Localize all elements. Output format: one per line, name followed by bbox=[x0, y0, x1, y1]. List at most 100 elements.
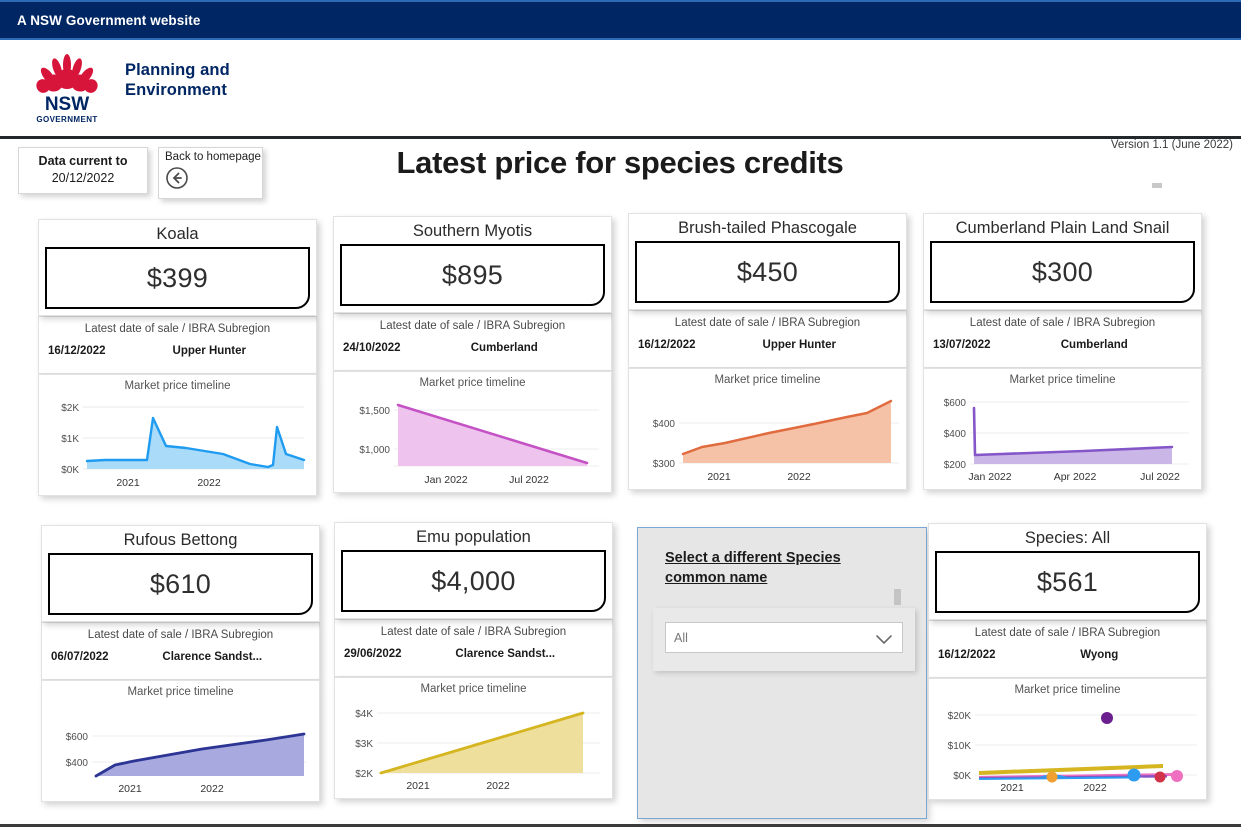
brand-header: NSW GOVERNMENT Planning and Environment bbox=[0, 40, 1241, 139]
svg-text:$2K: $2K bbox=[61, 403, 79, 414]
species-card-rufous-bettong[interactable]: Rufous Bettong $610 Latest date of sale … bbox=[41, 525, 320, 802]
x-axis-labels: Jan 2022 Jul 2022 bbox=[424, 474, 549, 486]
market-price-timeline-chart[interactable]: $1,500 $1,000 Jan 2022 Jul 2022 bbox=[334, 391, 611, 491]
svg-text:$400: $400 bbox=[944, 429, 967, 440]
market-price-timeline-chart[interactable]: $400 $300 2021 2022 bbox=[629, 388, 906, 488]
species-name: Koala bbox=[45, 222, 310, 246]
ibra-subregion: Cumberland bbox=[991, 339, 1192, 351]
meta-row: 16/12/2022 Upper Hunter bbox=[39, 345, 316, 357]
svg-text:2021: 2021 bbox=[707, 471, 731, 483]
meta-row: 24/10/2022 Cumberland bbox=[334, 342, 611, 354]
y-axis-labels: $20K $10K $0K bbox=[948, 711, 972, 782]
card-header-panel: Species: All $561 bbox=[928, 523, 1207, 620]
species-common-name-dropdown[interactable]: All bbox=[665, 622, 903, 653]
svg-text:Apr 2022: Apr 2022 bbox=[1054, 471, 1097, 483]
svg-text:2021: 2021 bbox=[1000, 782, 1024, 794]
x-axis-labels: 2021 2022 bbox=[707, 471, 811, 483]
latest-sale-date: 16/12/2022 bbox=[48, 345, 106, 357]
card-chart-panel[interactable]: Market price timeline $400 $300 2021 202… bbox=[628, 368, 907, 490]
species-name: Rufous Bettong bbox=[48, 528, 313, 552]
price-value: $561 bbox=[1037, 567, 1098, 598]
species-card-all[interactable]: Species: All $561 Latest date of sale / … bbox=[928, 523, 1207, 800]
price-box: $450 bbox=[635, 241, 900, 303]
price-value: $450 bbox=[737, 257, 798, 288]
price-value: $610 bbox=[150, 569, 211, 600]
svg-text:NSW: NSW bbox=[45, 94, 89, 115]
meta-header: Latest date of sale / IBRA Subregion bbox=[929, 625, 1206, 641]
ibra-subregion: Wyong bbox=[996, 649, 1197, 661]
card-chart-panel[interactable]: Market price timeline $2K $1K $0K 2021 2… bbox=[38, 374, 317, 496]
card-chart-panel[interactable]: Market price timeline $1,500 $1,000 Jan … bbox=[333, 371, 612, 493]
species-slicer-panel[interactable]: Select a different Species common name A… bbox=[637, 527, 927, 819]
back-to-homepage-button[interactable]: Back to homepage bbox=[158, 147, 263, 199]
chart-title: Market price timeline bbox=[629, 369, 906, 388]
ibra-subregion: Clarence Sandst... bbox=[402, 648, 603, 660]
x-axis-labels: 2021 2022 bbox=[1000, 782, 1107, 794]
species-card-southern-myotis[interactable]: Southern Myotis $895 Latest date of sale… bbox=[333, 216, 612, 493]
market-price-timeline-chart[interactable]: $4K $3K $2K 2021 2022 bbox=[335, 697, 612, 797]
slicer-resize-handle[interactable] bbox=[894, 589, 901, 605]
latest-sale-date: 06/07/2022 bbox=[51, 651, 109, 663]
svg-text:Jan 2022: Jan 2022 bbox=[424, 474, 467, 486]
card-chart-panel[interactable]: Market price timeline $600 $400 $200 Jan… bbox=[923, 368, 1202, 490]
species-card-emu-population[interactable]: Emu population $4,000 Latest date of sal… bbox=[334, 522, 613, 799]
species-card-brush-tailed-phascogale[interactable]: Brush-tailed Phascogale $450 Latest date… bbox=[628, 213, 907, 490]
market-price-timeline-chart[interactable]: $600 $400 2021 2022 bbox=[42, 700, 319, 800]
ibra-subregion: Clarence Sandst... bbox=[109, 651, 310, 663]
svg-text:$0K: $0K bbox=[61, 465, 79, 476]
card-chart-panel[interactable]: Market price timeline $600 $400 2021 202… bbox=[41, 680, 320, 802]
card-header-panel: Cumberland Plain Land Snail $300 bbox=[923, 213, 1202, 310]
y-axis-labels: $4K $3K $2K bbox=[355, 709, 373, 780]
species-card-cumberland-plain-land-snail[interactable]: Cumberland Plain Land Snail $300 Latest … bbox=[923, 213, 1202, 490]
svg-text:2021: 2021 bbox=[116, 477, 140, 489]
svg-text:$200: $200 bbox=[944, 460, 967, 471]
back-arrow-icon[interactable] bbox=[165, 166, 262, 195]
market-price-timeline-chart[interactable]: $2K $1K $0K 2021 2022 bbox=[39, 394, 316, 494]
ibra-subregion: Upper Hunter bbox=[696, 339, 897, 351]
latest-sale-date: 29/06/2022 bbox=[344, 648, 402, 660]
canvas-corner-marker bbox=[1152, 183, 1162, 188]
meta-row: 29/06/2022 Clarence Sandst... bbox=[335, 648, 612, 660]
svg-text:2022: 2022 bbox=[787, 471, 811, 483]
card-meta-panel: Latest date of sale / IBRA Subregion 24/… bbox=[333, 313, 612, 371]
gridlines bbox=[975, 715, 1197, 775]
species-name: Species: All bbox=[935, 526, 1200, 550]
svg-text:Jul 2022: Jul 2022 bbox=[509, 474, 549, 486]
gov-bar-label: A NSW Government website bbox=[17, 13, 200, 28]
card-meta-panel: Latest date of sale / IBRA Subregion 16/… bbox=[38, 316, 317, 374]
report-canvas: Latest price for species credits Version… bbox=[0, 139, 1241, 827]
card-meta-panel: Latest date of sale / IBRA Subregion 13/… bbox=[923, 310, 1202, 368]
species-name: Southern Myotis bbox=[340, 219, 605, 243]
y-axis-labels: $1,500 $1,000 bbox=[359, 406, 390, 456]
market-price-timeline-chart[interactable]: $600 $400 $200 Jan 2022 Apr 2022 Jul 202… bbox=[924, 388, 1201, 488]
slicer-inner-panel: All bbox=[653, 608, 915, 671]
series-line bbox=[974, 408, 1172, 455]
card-header-panel: Southern Myotis $895 bbox=[333, 216, 612, 313]
chevron-down-icon[interactable] bbox=[875, 633, 893, 651]
species-name: Cumberland Plain Land Snail bbox=[930, 216, 1195, 240]
card-chart-panel[interactable]: Market price timeline $4K $3K $2K 2021 2… bbox=[334, 677, 613, 799]
svg-text:2022: 2022 bbox=[1083, 782, 1107, 794]
svg-text:$400: $400 bbox=[66, 758, 89, 769]
svg-text:$600: $600 bbox=[944, 398, 967, 409]
meta-header: Latest date of sale / IBRA Subregion bbox=[334, 318, 611, 334]
x-axis-labels: Jan 2022 Apr 2022 Jul 2022 bbox=[968, 471, 1180, 483]
latest-sale-date: 13/07/2022 bbox=[933, 339, 991, 351]
slicer-label: Select a different Species common name bbox=[665, 548, 897, 588]
card-meta-panel: Latest date of sale / IBRA Subregion 16/… bbox=[928, 620, 1207, 678]
data-current-tile: Data current to 20/12/2022 bbox=[18, 147, 148, 194]
chart-title: Market price timeline bbox=[929, 679, 1206, 698]
x-axis-labels: 2021 2022 bbox=[118, 783, 224, 795]
svg-text:Jan 2022: Jan 2022 bbox=[968, 471, 1011, 483]
chart-title: Market price timeline bbox=[924, 369, 1201, 388]
svg-text:2022: 2022 bbox=[486, 780, 510, 792]
area-fill bbox=[974, 408, 1172, 464]
svg-text:$300: $300 bbox=[653, 459, 676, 470]
svg-text:2021: 2021 bbox=[118, 783, 142, 795]
card-header-panel: Rufous Bettong $610 bbox=[41, 525, 320, 622]
card-chart-panel[interactable]: Market price timeline $20K $10K $0K bbox=[928, 678, 1207, 800]
svg-text:$1,500: $1,500 bbox=[359, 406, 390, 417]
species-card-koala[interactable]: Koala $399 Latest date of sale / IBRA Su… bbox=[38, 219, 317, 496]
market-price-timeline-chart[interactable]: $20K $10K $0K bbox=[929, 698, 1206, 798]
price-box: $610 bbox=[48, 553, 313, 615]
